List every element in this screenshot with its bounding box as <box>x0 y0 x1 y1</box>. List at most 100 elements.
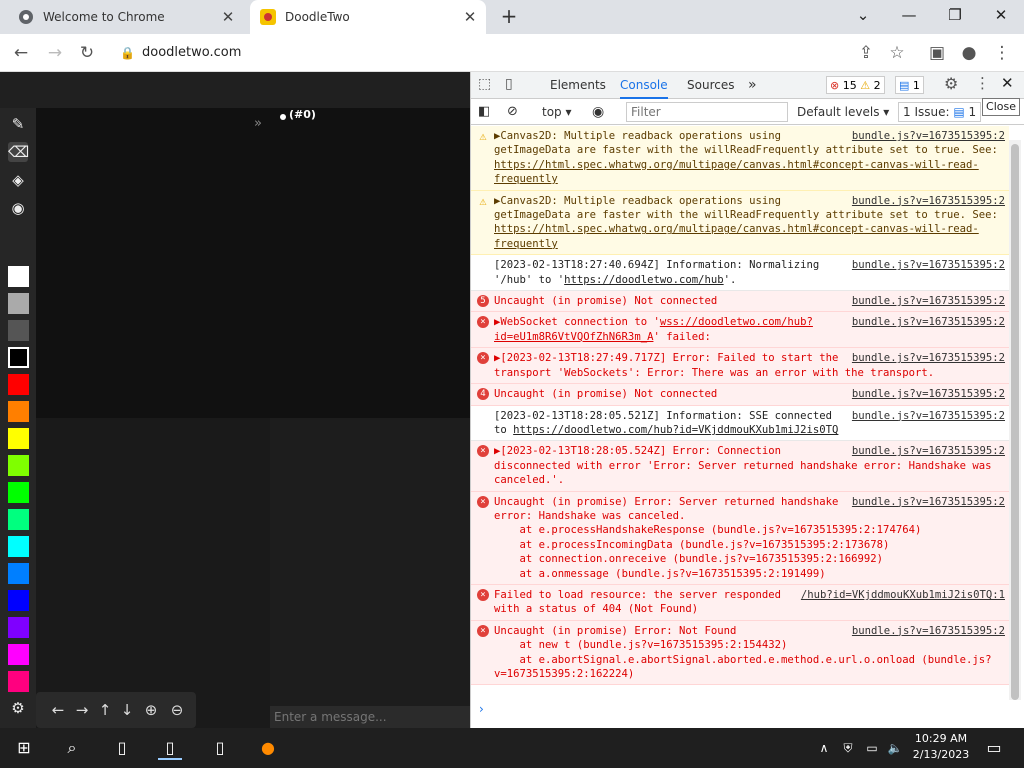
console-entry[interactable]: × bundle.js?v=1673515395:2 Uncaught (in pr… <box>471 491 1009 585</box>
color-swatch[interactable] <box>8 374 29 395</box>
firefox-icon[interactable]: ● <box>256 736 280 760</box>
console-entry[interactable]: × bundle.js?v=1673515395:2 ▶WebSocket conn… <box>471 312 1009 349</box>
source-link[interactable]: bundle.js?v=1673515395:2 <box>852 258 1009 272</box>
inspect-element-icon[interactable]: ⬚ <box>478 76 491 92</box>
restore-icon[interactable]: ❐ <box>942 4 968 26</box>
reload-icon[interactable]: ↻ <box>76 42 98 64</box>
message-link[interactable]: https://html.spec.whatwg.org/multipage/c… <box>494 159 979 185</box>
fill-bucket-icon[interactable]: ◈ <box>8 170 28 190</box>
file-icon[interactable]: ▯ <box>158 736 182 760</box>
console-filter-input[interactable] <box>626 102 788 122</box>
source-link[interactable]: bundle.js?v=1673515395:2 <box>852 409 1009 423</box>
pan-right-icon[interactable]: → <box>72 700 92 720</box>
zoom-out-icon[interactable]: ⊖ <box>167 700 187 720</box>
volume-icon[interactable]: 🔈 <box>883 736 907 760</box>
console-entry[interactable]: bundle.js?v=1673515395:2 [2023-02-13T18:2… <box>471 255 1009 292</box>
eye-icon[interactable]: ◉ <box>592 101 604 123</box>
more-tabs-icon[interactable]: » <box>748 72 757 99</box>
source-link[interactable]: /hub?id=VKjddmouKXub1miJ2is0TQ:1 <box>801 588 1009 602</box>
forward-icon[interactable]: → <box>44 42 66 64</box>
profile-avatar-icon[interactable]: ● <box>958 42 980 64</box>
message-link[interactable]: https://doodletwo.com/hub?id=VKjddmouKXu… <box>513 424 838 436</box>
issue-counts[interactable]: ⊗ 15 ⚠ 2 <box>826 76 885 94</box>
close-tab-icon[interactable]: ✕ <box>220 9 236 25</box>
devtools-menu-icon[interactable]: ⋮ <box>975 74 990 92</box>
minimize-icon[interactable]: — <box>896 4 922 26</box>
address-bar[interactable]: 🔒 doodletwo.com <box>112 40 912 66</box>
settings-gear-icon[interactable]: ⚙ <box>8 698 28 718</box>
devtools-close-icon[interactable]: ✕ <box>1001 74 1014 92</box>
console-prompt[interactable]: › <box>471 702 1009 724</box>
color-swatch[interactable] <box>8 428 29 449</box>
file-icon[interactable]: ▯ <box>110 736 134 760</box>
tab-console[interactable]: Console <box>620 72 668 99</box>
security-icon[interactable]: ⛨ <box>836 736 860 760</box>
back-icon[interactable]: ← <box>10 42 32 64</box>
sidebar-toggle-icon[interactable]: ◧ <box>478 101 490 123</box>
console-entry[interactable]: × /hub?id=VKjddmouKXub1miJ2is0TQ:1 Failed … <box>471 584 1009 621</box>
context-select[interactable]: top ▾ <box>542 101 572 123</box>
pan-up-icon[interactable]: ↑ <box>95 700 115 720</box>
bookmark-star-icon[interactable]: ☆ <box>886 42 908 64</box>
source-link[interactable]: bundle.js?v=1673515395:2 <box>852 624 1009 638</box>
source-link[interactable]: bundle.js?v=1673515395:2 <box>852 351 1009 365</box>
tab-sources[interactable]: Sources <box>687 72 734 99</box>
source-link[interactable]: bundle.js?v=1673515395:2 <box>852 315 1009 329</box>
network-icon[interactable]: ▭ <box>860 736 884 760</box>
console-entry[interactable]: 4 bundle.js?v=1673515395:2 Uncaught (in pr… <box>471 384 1009 406</box>
window-close-icon[interactable]: ✕ <box>988 4 1014 26</box>
color-swatch[interactable] <box>8 509 29 530</box>
message-input[interactable] <box>270 706 470 728</box>
source-link[interactable]: bundle.js?v=1673515395:2 <box>852 444 1009 458</box>
camera-icon[interactable]: ◉ <box>8 198 28 218</box>
color-swatch[interactable] <box>8 455 29 476</box>
color-swatch[interactable] <box>8 563 29 584</box>
color-swatch[interactable] <box>8 644 29 665</box>
notifications-icon[interactable]: ▭ <box>982 736 1006 760</box>
console-entry[interactable]: ⚠ bundle.js?v=1673515395:2 ▶Canvas2D: Mult… <box>471 126 1009 191</box>
expand-chevron-icon[interactable]: » <box>254 116 262 131</box>
clear-console-icon[interactable]: ⊘ <box>507 101 518 123</box>
message-link[interactable]: https://html.spec.whatwg.org/multipage/c… <box>494 223 979 249</box>
pan-down-icon[interactable]: ↓ <box>117 700 137 720</box>
tab-elements[interactable]: Elements <box>550 72 606 99</box>
settings-gear-icon[interactable]: ⚙ <box>944 74 958 93</box>
color-swatch[interactable] <box>8 293 29 314</box>
taskbar-clock[interactable]: 10:29 AM 2/13/2023 <box>906 731 976 765</box>
source-link[interactable]: bundle.js?v=1673515395:2 <box>852 194 1009 208</box>
color-swatch[interactable] <box>8 671 29 692</box>
zoom-in-icon[interactable]: ⊕ <box>141 700 161 720</box>
source-link[interactable]: bundle.js?v=1673515395:2 <box>852 129 1009 143</box>
color-swatch[interactable] <box>8 320 29 341</box>
windows-start-icon[interactable]: ⊞ <box>12 736 36 760</box>
device-toolbar-icon[interactable]: ▯ <box>505 76 513 92</box>
tray-chevron-icon[interactable]: ∧ <box>812 736 836 760</box>
drawing-canvas[interactable] <box>36 108 470 418</box>
message-count[interactable]: ▤ 1 <box>895 76 924 94</box>
issues-button[interactable]: 1 Issue: ▤ 1 <box>898 102 982 122</box>
color-swatch[interactable] <box>8 617 29 638</box>
search-icon[interactable]: ⌕ <box>60 736 84 760</box>
console-entry[interactable]: ⚠ bundle.js?v=1673515395:2 ▶Canvas2D: Mult… <box>471 190 1009 256</box>
source-link[interactable]: bundle.js?v=1673515395:2 <box>852 387 1009 401</box>
color-swatch[interactable] <box>8 482 29 503</box>
message-link[interactable]: https://doodletwo.com/hub <box>564 274 723 286</box>
tab-doodletwo[interactable]: DoodleTwo ✕ <box>250 0 486 34</box>
console-entry[interactable]: × bundle.js?v=1673515395:2 ▶[2023-02-13T18… <box>471 348 1009 385</box>
color-swatch[interactable] <box>8 536 29 557</box>
pencil-icon[interactable]: ✎ <box>8 114 28 134</box>
console-entry[interactable]: bundle.js?v=1673515395:2 [2023-02-13T18:2… <box>471 406 1009 442</box>
console-scrollbar-thumb[interactable] <box>1011 144 1019 700</box>
console-entry[interactable]: 5 bundle.js?v=1673515395:2 Uncaught (in pr… <box>471 291 1009 313</box>
pan-left-icon[interactable]: ← <box>48 700 68 720</box>
color-swatch[interactable] <box>8 401 29 422</box>
source-link[interactable]: bundle.js?v=1673515395:2 <box>852 294 1009 308</box>
eraser-icon[interactable]: ⌫ <box>8 142 29 162</box>
side-panel-icon[interactable]: ▣ <box>926 42 948 64</box>
color-swatch[interactable] <box>8 347 29 368</box>
log-levels-select[interactable]: Default levels ▾ <box>797 101 889 123</box>
color-swatch[interactable] <box>8 266 29 287</box>
source-link[interactable]: bundle.js?v=1673515395:2 <box>852 495 1009 509</box>
file-icon[interactable]: ▯ <box>208 736 232 760</box>
close-tab-icon[interactable]: ✕ <box>462 9 478 25</box>
